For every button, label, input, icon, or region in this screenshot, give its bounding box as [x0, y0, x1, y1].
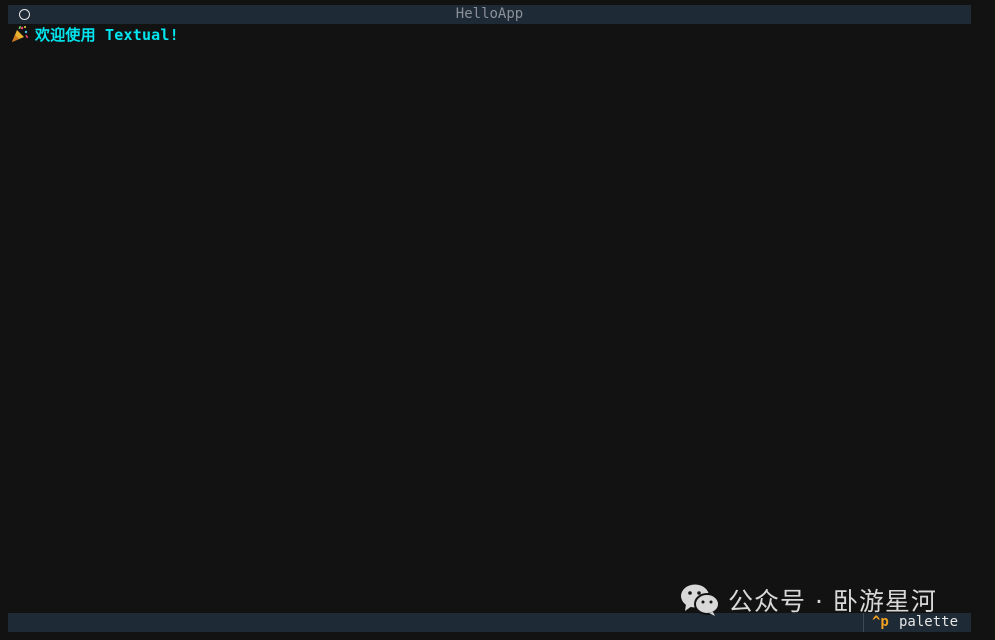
app-title: HelloApp [455, 6, 524, 22]
greeting-text: 欢迎使用 Textual! [35, 25, 179, 44]
header-bar: HelloApp [8, 5, 971, 24]
terminal-window: HelloApp 欢迎使用 Textual! ^p palette [8, 5, 971, 632]
watermark-text: 公众号 · 卧游星河 [728, 587, 937, 616]
greeting-row: 欢迎使用 Textual! [11, 24, 179, 44]
watermark: 公众号 · 卧游星河 [680, 578, 937, 622]
wechat-icon [681, 584, 720, 616]
party-popper-icon [12, 25, 29, 42]
